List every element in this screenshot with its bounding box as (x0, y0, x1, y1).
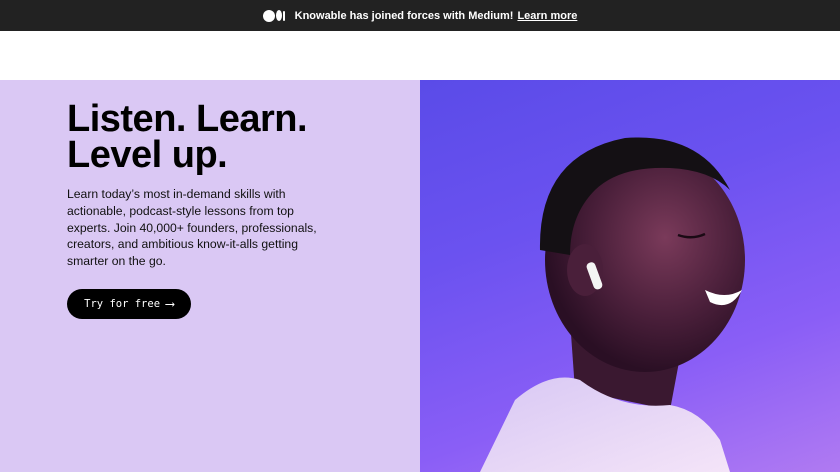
top-nav-bar (0, 31, 840, 80)
headline-line-1: Listen. Learn. (67, 98, 308, 140)
try-for-free-button[interactable]: Try for free ⟶ (67, 289, 191, 319)
man-with-earbud-illustration (480, 137, 745, 472)
hero-headline: Listen. Learn. Level up. (67, 98, 407, 176)
headline-line-2: Level up. (67, 134, 228, 176)
arrow-right-icon: ⟶ (166, 296, 174, 312)
banner-message: Knowable has joined forces with Medium! (294, 9, 514, 22)
hero-description: Learn today’s most in-demand skills with… (67, 187, 317, 269)
announcement-banner: Knowable has joined forces with Medium! … (0, 0, 840, 31)
cta-label: Try for free (84, 298, 161, 310)
learn-more-link[interactable]: Learn more (517, 10, 577, 22)
medium-logo-icon (262, 9, 285, 22)
hero-photo (420, 80, 840, 472)
